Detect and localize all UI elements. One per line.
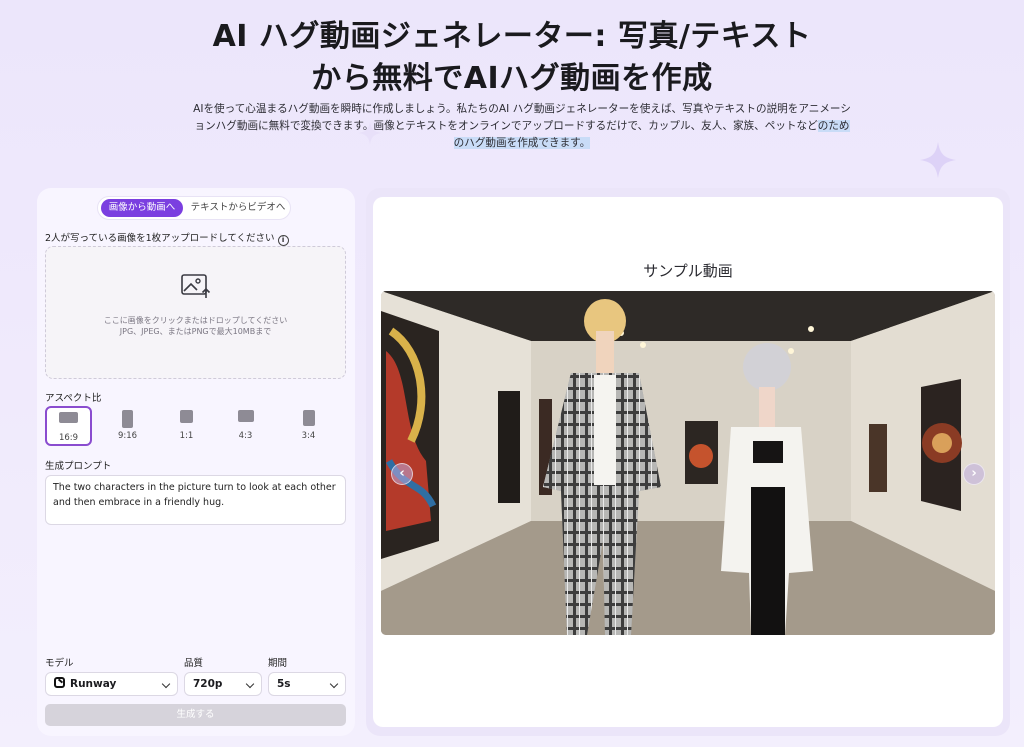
- runway-logo-icon: [54, 677, 65, 688]
- duration-label: 期間: [268, 658, 288, 669]
- sparkle-icon: [920, 142, 956, 178]
- generator-form: 画像から動画へ テキストからビデオへ 2人が写っている画像を1枚アップロードして…: [37, 188, 355, 736]
- page-title-line-2: から無料でAIハグ動画を作成: [311, 61, 713, 96]
- aspect-ratio-selector: 16:9 9:16 1:1 4:3 3:4: [45, 406, 346, 446]
- aspect-ratio-label: アスペクト比: [45, 393, 102, 404]
- tab-text-to-video[interactable]: テキストからビデオへ: [186, 199, 290, 217]
- description-text: AIを使って心温まるハグ動画を瞬時に作成しましょう。私たちのAI ハグ動画ジェネ…: [193, 103, 851, 132]
- mode-toggle: 画像から動画へ テキストからビデオへ: [97, 196, 291, 220]
- quality-label: 品質: [184, 658, 204, 669]
- quality-value: 720p: [193, 678, 223, 690]
- duration-select[interactable]: 5s: [268, 672, 346, 696]
- aspect-option-label: 9:16: [117, 431, 138, 441]
- duration-value: 5s: [277, 678, 291, 690]
- aspect-option-label: 4:3: [238, 431, 253, 441]
- preview-container: サンプル動画 ‹ ›: [366, 188, 1010, 736]
- aspect-option-4-3[interactable]: 4:3: [222, 406, 269, 446]
- image-dropzone[interactable]: ここに画像をクリックまたはドロップしてください JPG、JPEG、またはPNGで…: [45, 246, 346, 379]
- model-select[interactable]: Runway: [45, 672, 178, 696]
- aspect-option-label: 16:9: [58, 433, 79, 443]
- chevron-down-icon: [161, 679, 171, 689]
- sparkle-icon: [358, 121, 382, 145]
- aspect-option-label: 3:4: [301, 431, 316, 441]
- aspect-option-16-9[interactable]: 16:9: [45, 406, 92, 446]
- aspect-option-9-16[interactable]: 9:16: [104, 406, 151, 446]
- sample-video-title: サンプル動画: [643, 262, 733, 280]
- chevron-down-icon: [245, 679, 255, 689]
- info-icon[interactable]: i: [277, 235, 289, 246]
- page-title: AI ハグ動画ジェネレーター: 写真/テキスト から無料でAIハグ動画を作成: [0, 16, 1024, 100]
- dropzone-hint: ここに画像をクリックまたはドロップしてください: [103, 316, 288, 325]
- upload-label-text: 2人が写っている画像を1枚アップロードしてください: [45, 233, 275, 244]
- quality-select[interactable]: 720p: [184, 672, 262, 696]
- dropzone-formats: JPG、JPEG、またはPNGで最大10MBまで: [119, 327, 272, 336]
- chevron-down-icon: [329, 679, 339, 689]
- sample-video-frame: [381, 291, 995, 635]
- preview-panel: サンプル動画 ‹ ›: [373, 197, 1003, 727]
- tab-image-to-video[interactable]: 画像から動画へ: [101, 199, 183, 217]
- page-title-line-1: AI ハグ動画ジェネレーター: 写真/テキスト: [212, 19, 812, 54]
- model-label: モデル: [45, 658, 74, 669]
- prompt-label: 生成プロンプト: [45, 461, 112, 472]
- aspect-option-3-4[interactable]: 3:4: [285, 406, 332, 446]
- next-arrow-icon[interactable]: ›: [963, 463, 985, 485]
- model-value: Runway: [70, 678, 117, 690]
- upload-label: 2人が写っている画像を1枚アップロードしてください i: [45, 230, 289, 246]
- aspect-option-label: 1:1: [179, 431, 194, 441]
- prompt-textarea[interactable]: The two characters in the picture turn t…: [45, 475, 346, 525]
- sample-video[interactable]: ‹ ›: [381, 291, 995, 635]
- image-upload-icon: [181, 274, 211, 298]
- generate-button[interactable]: 生成する: [45, 704, 346, 726]
- previous-arrow-icon[interactable]: ‹: [391, 463, 413, 485]
- aspect-option-1-1[interactable]: 1:1: [163, 406, 210, 446]
- page-description: AIを使って心温まるハグ動画を瞬時に作成しましょう。私たちのAI ハグ動画ジェネ…: [192, 101, 852, 152]
